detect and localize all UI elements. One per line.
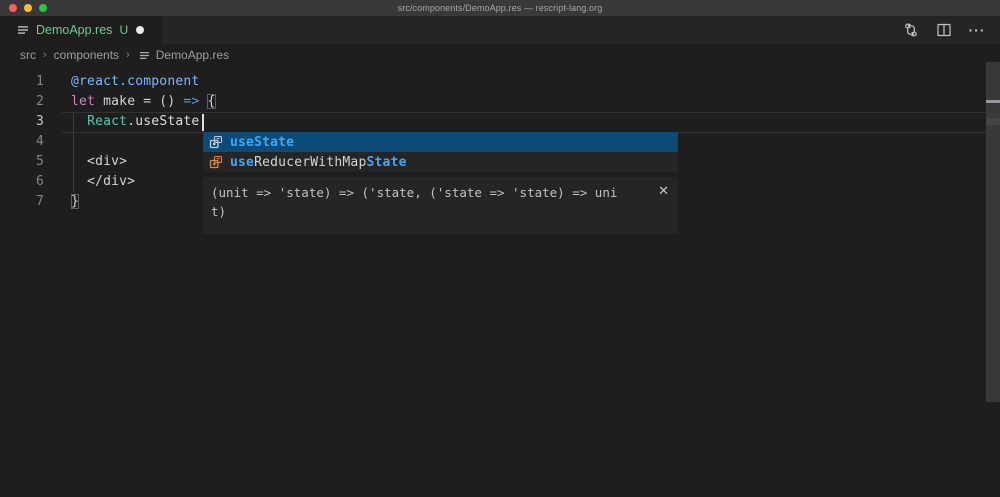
code-token: => — [183, 94, 199, 109]
more-actions-button[interactable]: ··· — [968, 21, 986, 39]
git-status-badge: U — [119, 23, 128, 37]
close-icon[interactable]: ✕ — [658, 184, 669, 197]
split-editor-button[interactable] — [935, 21, 953, 39]
line-number: 7 — [0, 192, 44, 212]
git-compare-icon — [903, 22, 919, 38]
file-list-icon — [139, 50, 150, 61]
bracket-token: } — [71, 194, 79, 209]
code-token: make = () — [95, 94, 183, 109]
tab-demoapp[interactable]: DemoApp.res U — [0, 16, 162, 44]
chevron-right-icon: › — [43, 49, 47, 61]
line-content: } — [71, 192, 79, 212]
open-changes-button[interactable] — [902, 21, 920, 39]
breadcrumb-item-src[interactable]: src — [20, 48, 36, 62]
split-editor-icon — [936, 22, 952, 38]
code-token: React — [87, 114, 127, 129]
unsaved-changes-indicator[interactable] — [136, 26, 144, 34]
autocomplete-detail-panel: (unit => 'state) => ('state, ('state => … — [203, 177, 678, 234]
chevron-right-icon: › — [126, 49, 130, 61]
overview-ruler-cursor-mark — [986, 100, 1000, 103]
window-title: src/components/DemoApp.res — rescript-la… — [398, 3, 603, 13]
line-number: 1 — [0, 72, 44, 92]
code-token: @react.component — [71, 74, 199, 89]
code-token: </div> — [71, 174, 135, 189]
text-cursor — [202, 114, 204, 131]
suggestion-item-usestate[interactable]: useState — [203, 132, 678, 152]
line-number: 5 — [0, 152, 44, 172]
suggestion-label: useReducerWithMapState — [230, 155, 407, 170]
code-token: useState — [135, 114, 199, 129]
zoom-window-button[interactable] — [39, 4, 47, 12]
scrollbar-slider[interactable] — [986, 62, 1000, 402]
tab-filename: DemoApp.res — [36, 23, 112, 37]
breadcrumb-item-components[interactable]: components — [54, 48, 119, 62]
code-line-1[interactable]: 1 @react.component — [0, 72, 1000, 92]
code-token: <div> — [71, 154, 127, 169]
titlebar: src/components/DemoApp.res — rescript-la… — [0, 0, 1000, 16]
bracket-token: { — [207, 94, 215, 109]
minimize-window-button[interactable] — [24, 4, 32, 12]
line-content: @react.component — [71, 72, 199, 92]
line-number: 4 — [0, 132, 44, 152]
line-number: 6 — [0, 172, 44, 192]
close-window-button[interactable] — [9, 4, 17, 12]
line-content: React.useState — [71, 112, 199, 132]
line-content: </div> — [71, 172, 135, 192]
traffic-lights — [9, 4, 47, 12]
line-content: <div> — [71, 152, 127, 172]
type-signature-line: t) — [211, 202, 652, 221]
tab-bar: DemoApp.res U — [0, 16, 1000, 44]
line-number: 3 — [0, 112, 44, 132]
code-line-2[interactable]: 2 let make = () => { — [0, 92, 1000, 112]
suggestion-label: useState — [230, 135, 294, 150]
autocomplete-widget: useState useReducerWithMapState — [203, 132, 678, 172]
line-content: let make = () => { — [71, 92, 216, 112]
suggestion-item-usereducerwithmapstate[interactable]: useReducerWithMapState — [203, 152, 678, 172]
ellipsis-icon: ··· — [969, 25, 986, 35]
breadcrumb: src › components › DemoApp.res — [0, 44, 1000, 66]
file-list-icon — [17, 24, 29, 36]
code-token — [71, 114, 87, 129]
editor-actions: ··· — [902, 16, 986, 44]
code-line-3[interactable]: 3 React.useState — [0, 112, 1000, 132]
code-token: let — [71, 94, 95, 109]
vscode-window: src/components/DemoApp.res — rescript-la… — [0, 0, 1000, 497]
type-signature-line: (unit => 'state) => ('state, ('state => … — [211, 183, 652, 202]
symbol-value-icon — [208, 134, 224, 150]
symbol-value-icon — [208, 154, 224, 170]
breadcrumb-item-demoapp-res[interactable]: DemoApp.res — [156, 48, 229, 62]
line-number: 2 — [0, 92, 44, 112]
